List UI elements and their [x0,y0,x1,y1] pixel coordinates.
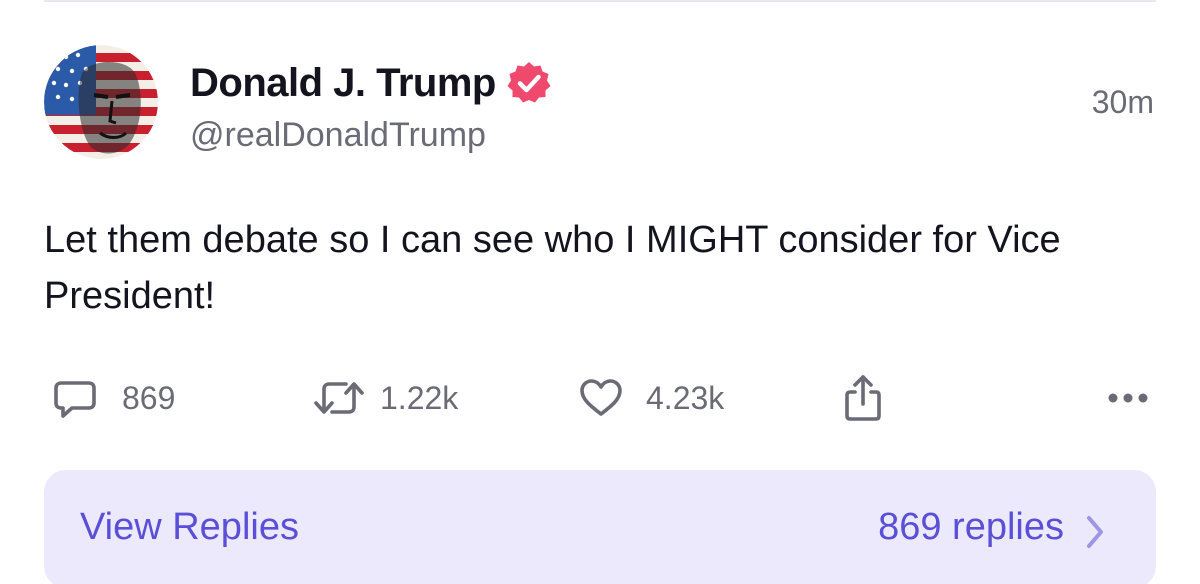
retruth-icon [312,375,366,421]
author-display-name[interactable]: Donald J. Trump [190,61,496,106]
post-timestamp: 30m [1091,84,1154,120]
share-button[interactable] [840,370,886,426]
more-icon [1106,388,1150,408]
chevron-right-icon[interactable] [1084,514,1106,555]
heart-icon [578,375,624,421]
like-button[interactable]: 4.23k [578,370,724,426]
author-row: Donald J. Trump [190,57,552,109]
retruth-button[interactable]: 1.22k [312,370,458,426]
view-replies-bar[interactable]: View Replies 869 replies [44,470,1156,584]
more-button[interactable] [1106,370,1150,426]
replies-count: 869 replies [878,506,1064,548]
retruth-count: 1.22k [380,379,459,416]
view-replies-label[interactable]: View Replies [80,506,299,549]
post-page: Donald J. Trump @realDonaldTrump 30m Let… [0,0,1200,584]
share-icon [840,372,886,424]
like-count: 4.23k [646,379,725,416]
post-actions: 869 1.22k 4.23k [44,370,1156,426]
author-handle[interactable]: @realDonaldTrump [190,116,486,155]
comment-icon [52,375,98,421]
post-text: Let them debate so I can see who I MIGHT… [44,219,1061,317]
verified-badge-icon [506,60,552,106]
reply-count: 869 [122,379,176,416]
reply-button[interactable]: 869 [52,370,175,426]
avatar[interactable] [44,45,158,159]
top-divider [44,0,1156,2]
